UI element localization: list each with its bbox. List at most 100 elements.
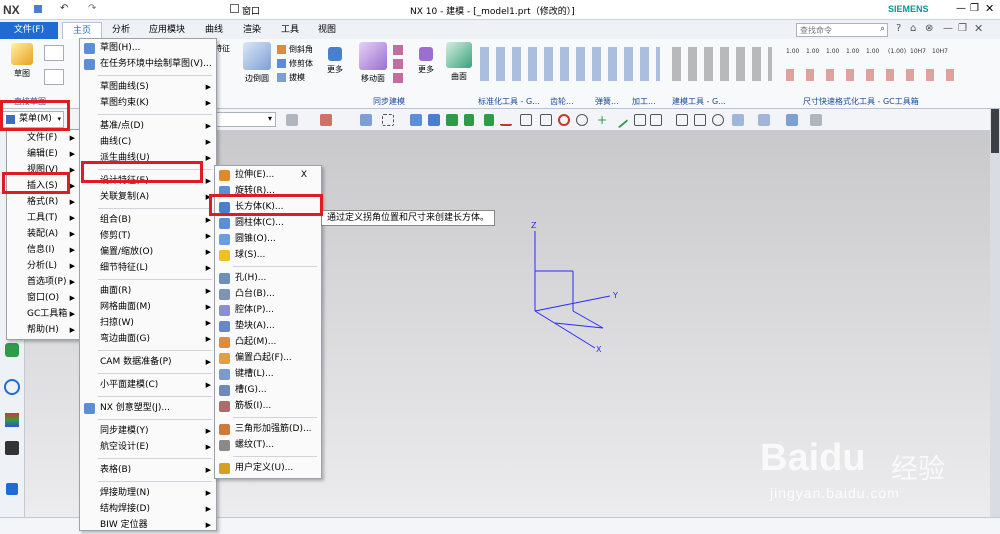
insert-menu-item-24[interactable]: 结构焊接(D) ▶ xyxy=(80,501,216,517)
window-icon[interactable] xyxy=(230,4,239,13)
dim-format-2[interactable]: 1.00 xyxy=(806,48,819,55)
insert-menu-item-11[interactable]: 偏置/缩放(O) ▶ xyxy=(80,244,216,260)
design-feature-menu-item-7[interactable]: 凸台(B)... xyxy=(215,286,321,302)
main-menu-item-6[interactable]: 装配(A) ▶ xyxy=(7,226,80,242)
doc-minimize-button[interactable]: — xyxy=(943,23,953,34)
close-button[interactable]: ✕ xyxy=(985,2,994,15)
design-feature-menu-item-4[interactable]: 圆锥(O)... xyxy=(215,231,321,247)
insert-menu-item-18[interactable]: 小平面建模(C) ▶ xyxy=(80,377,216,393)
tab-curve[interactable]: 曲线 xyxy=(197,22,231,39)
redo-icon[interactable]: ↷ xyxy=(88,3,96,14)
mid-snap-icon[interactable] xyxy=(540,114,552,126)
insert-menu-item-13[interactable]: 曲面(R) ▶ xyxy=(80,283,216,299)
design-feature-menu-item-10[interactable]: 凸起(M)... xyxy=(215,334,321,350)
dim-format-7[interactable]: 10H7 xyxy=(910,48,926,55)
insert-menu-item-16[interactable]: 弯边曲面(G) ▶ xyxy=(80,331,216,347)
tab-home[interactable]: 主页 xyxy=(62,22,102,39)
main-menu-item-7[interactable]: 信息(I) ▶ xyxy=(7,242,80,258)
insert-menu-item-8[interactable]: 关联复制(A) ▶ xyxy=(80,189,216,205)
insert-menu-item-19[interactable]: NX 创意塑型(J)... xyxy=(80,400,216,416)
design-feature-menu-item-12[interactable]: 键槽(L)... xyxy=(215,366,321,382)
insert-menu-item-17[interactable]: CAM 数据准备(P) ▶ xyxy=(80,354,216,370)
insert-menu-item-1[interactable]: 在任务环境中绘制草图(V)... xyxy=(80,56,216,72)
face-snap-icon[interactable] xyxy=(634,114,646,126)
window-menu[interactable]: 窗口 xyxy=(242,4,260,17)
arc-snap-icon[interactable] xyxy=(520,114,532,126)
design-feature-menu-item-6[interactable]: 孔(H)... xyxy=(215,270,321,286)
doc-close-button[interactable]: ✕ xyxy=(974,22,983,35)
layer-icon[interactable] xyxy=(810,114,822,126)
insert-menu-item-22[interactable]: 表格(B) ▶ xyxy=(80,462,216,478)
select-icon[interactable] xyxy=(360,114,372,126)
replace-face-icon[interactable] xyxy=(393,73,403,83)
design-feature-menu-item-13[interactable]: 槽(G)... xyxy=(215,382,321,398)
insert-menu-item-12[interactable]: 细节特征(L) ▶ xyxy=(80,260,216,276)
dim-tools-icons[interactable] xyxy=(786,69,966,81)
insert-menu-item-3[interactable]: 草图约束(K) ▶ xyxy=(80,95,216,111)
line-snap-icon[interactable] xyxy=(484,114,494,126)
main-menu-item-8[interactable]: 分析(L) ▶ xyxy=(7,258,80,274)
insert-menu-item-25[interactable]: BIW 定位器 ▶ xyxy=(80,517,216,533)
tab-analysis[interactable]: 分析 xyxy=(104,22,138,39)
collapse-ribbon-icon[interactable]: ⊗ xyxy=(925,23,933,34)
more-button-2[interactable]: 更多 xyxy=(412,47,440,75)
insert-menu-item-4[interactable]: 基准/点(D) ▶ xyxy=(80,118,216,134)
tab-applications[interactable]: 应用模块 xyxy=(140,22,194,39)
design-feature-menu-item-15[interactable]: 三角形加强筋(D)... xyxy=(215,421,321,437)
rotate-icon[interactable] xyxy=(712,114,724,126)
selection-filter-dropdown[interactable]: ▾ xyxy=(212,112,276,127)
modeling-tools-icons[interactable] xyxy=(672,47,772,81)
design-feature-menu-item-0[interactable]: 拉伸(E)... xyxy=(215,167,321,183)
snap-icon[interactable] xyxy=(286,114,298,126)
display-icon[interactable] xyxy=(786,114,798,126)
dim-format-3[interactable]: 1.00 xyxy=(826,48,839,55)
navigator-icon[interactable] xyxy=(5,343,19,357)
view-orient-icon[interactable] xyxy=(732,114,744,126)
main-menu-item-9[interactable]: 首选项(P) ▶ xyxy=(7,274,80,290)
insert-menu-item-5[interactable]: 曲线(C) ▶ xyxy=(80,134,216,150)
design-feature-menu-item-8[interactable]: 腔体(P)... xyxy=(215,302,321,318)
surface-button[interactable]: 曲面 xyxy=(444,42,474,82)
center-snap-icon[interactable] xyxy=(558,114,570,126)
main-menu-item-12[interactable]: 帮助(H) ▶ xyxy=(7,322,80,338)
main-menu-item-1[interactable]: 编辑(E) ▶ xyxy=(7,146,80,162)
right-scrollbar[interactable] xyxy=(990,109,1000,517)
grid-snap-icon[interactable] xyxy=(446,114,458,126)
roles-icon[interactable] xyxy=(6,483,18,495)
dim-format-6[interactable]: (1.00) xyxy=(888,48,906,55)
trim-body-button[interactable]: 修剪体 xyxy=(277,58,313,70)
line-icon[interactable] xyxy=(44,45,64,61)
main-menu-item-4[interactable]: 格式(R) ▶ xyxy=(7,194,80,210)
offset-region-icon[interactable] xyxy=(393,59,403,69)
tab-tools[interactable]: 工具 xyxy=(272,22,308,39)
point-icon[interactable] xyxy=(464,114,474,126)
insert-menu-item-15[interactable]: 扫掠(W) ▶ xyxy=(80,315,216,331)
insert-menu-item-2[interactable]: 草图曲线(S) ▶ xyxy=(80,79,216,95)
home-icon[interactable]: ⌂ xyxy=(910,23,916,34)
book-icon[interactable] xyxy=(650,114,662,126)
solid-icon[interactable] xyxy=(428,114,440,126)
undo-icon[interactable]: ↶ xyxy=(60,3,68,14)
design-feature-menu-item-17[interactable]: 用户定义(U)... xyxy=(215,460,321,476)
sketch-button[interactable]: 草图 xyxy=(4,43,40,79)
history-icon[interactable] xyxy=(4,379,20,395)
dim-format-5[interactable]: 1.00 xyxy=(866,48,879,55)
dim-format-8[interactable]: 10H7 xyxy=(932,48,948,55)
dim-format-1[interactable]: 1.00 xyxy=(786,48,799,55)
draft-button[interactable]: 拔模 xyxy=(277,72,305,84)
help-icon[interactable]: ? xyxy=(896,23,901,34)
quadrant-snap-icon[interactable] xyxy=(576,114,588,126)
curve-snap-icon[interactable] xyxy=(500,114,512,126)
tangent-snap-icon[interactable] xyxy=(611,111,629,129)
design-feature-menu-item-16[interactable]: 螺纹(T)... xyxy=(215,437,321,453)
main-menu-item-0[interactable]: 文件(F) ▶ xyxy=(7,130,80,146)
design-feature-menu-item-9[interactable]: 垫块(A)... xyxy=(215,318,321,334)
design-feature-menu-item-14[interactable]: 筋板(I)... xyxy=(215,398,321,414)
body-icon[interactable] xyxy=(410,114,422,126)
insert-menu-item-20[interactable]: 同步建模(Y) ▶ xyxy=(80,423,216,439)
scroll-thumb[interactable] xyxy=(991,109,999,153)
insert-menu-item-10[interactable]: 修剪(T) ▶ xyxy=(80,228,216,244)
tab-file[interactable]: 文件(F) xyxy=(0,22,58,39)
design-feature-menu-item-3[interactable]: 圆柱体(C)... xyxy=(215,215,321,231)
move-face-button[interactable]: 移动面 xyxy=(356,42,390,84)
